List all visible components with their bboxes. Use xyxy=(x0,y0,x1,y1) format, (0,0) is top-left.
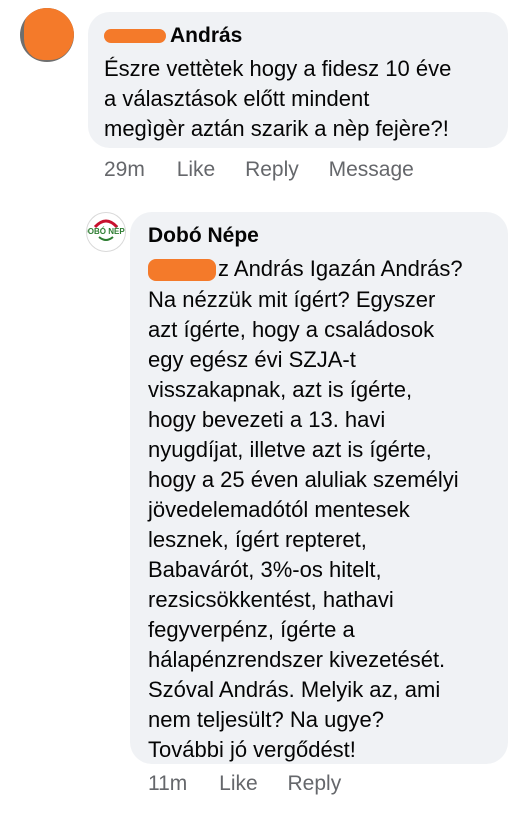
like-button[interactable]: Like xyxy=(177,158,216,181)
comment-text-start: Igazán András? xyxy=(309,256,463,281)
mention-tag[interactable]: z András xyxy=(218,256,304,281)
comment-actions: 29m Like Reply Message xyxy=(104,158,438,182)
comment-text: Na nézzük mit ígért? Egyszer azt ígérte,… xyxy=(148,287,459,762)
author-name: András xyxy=(170,24,243,47)
like-button[interactable]: Like xyxy=(219,772,258,795)
dobo-nepe-logo-icon: DOBÓ NÉPE xyxy=(87,214,125,250)
redaction-overlay xyxy=(24,8,74,60)
commenter-avatar[interactable] xyxy=(20,8,74,62)
comment-author[interactable]: Dobó Népe xyxy=(148,224,259,248)
logo-text: DOBÓ NÉPE xyxy=(87,227,125,236)
comment-bubble: Dobó Népe z András Igazán András? Na néz… xyxy=(130,212,508,764)
comment-timestamp[interactable]: 11m xyxy=(148,772,187,795)
comment-bubble: András Észre vettètek hogy a fidesz 10 é… xyxy=(88,12,508,148)
message-button[interactable]: Message xyxy=(329,158,414,181)
reply-button[interactable]: Reply xyxy=(245,158,299,181)
redaction-overlay xyxy=(104,29,166,44)
redaction-overlay xyxy=(148,259,216,282)
comment-first-line: z András Igazán András? xyxy=(148,254,463,284)
comment-text: Észre vettètek hogy a fidesz 10 éve a vá… xyxy=(104,56,452,141)
comment-actions: 11m Like Reply xyxy=(148,772,365,796)
comment-author[interactable]: András xyxy=(104,24,242,48)
reply-button[interactable]: Reply xyxy=(288,772,342,795)
comment-timestamp[interactable]: 29m xyxy=(104,158,145,181)
page-avatar[interactable]: DOBÓ NÉPE xyxy=(86,212,126,252)
